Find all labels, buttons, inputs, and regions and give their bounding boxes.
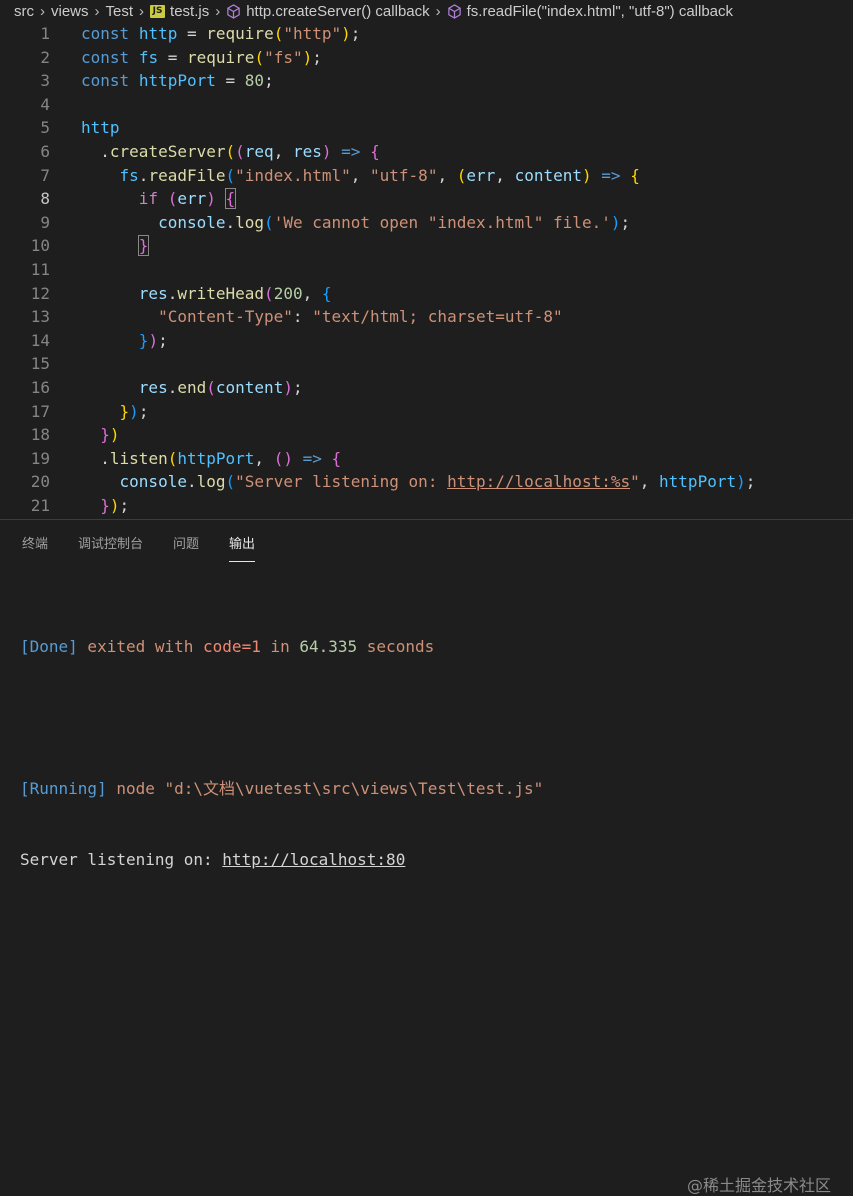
line-number: 16: [30, 377, 50, 397]
chevron-right-icon: ›: [40, 2, 45, 20]
chevron-right-icon: ›: [139, 2, 145, 20]
line-number-gutter: 1 2 3 4 5 6 7 8 9 10 11 12 13 14 15 16 1…: [0, 22, 50, 517]
breadcrumb-label: views: [51, 2, 89, 20]
line-number: 3: [40, 71, 50, 91]
line-number: 5: [40, 118, 50, 138]
javascript-file-icon: JS: [150, 4, 166, 18]
breadcrumb-readfile-callback[interactable]: fs.readFile("index.html", "utf-8") callb…: [447, 3, 733, 20]
line-number: 20: [30, 472, 50, 492]
output-blank-line: [20, 706, 543, 730]
output-text: in: [260, 637, 300, 657]
breadcrumb-label: test.js: [170, 2, 210, 20]
code-line: const httpPort = 80;: [81, 71, 274, 91]
breadcrumb-label: fs.readFile("index.html", "utf-8") callb…: [466, 2, 734, 20]
watermark: @稀土掘金技术社区: [686, 1176, 831, 1195]
line-number: 13: [30, 307, 50, 327]
code-line: console.log('We cannot open "index.html"…: [158, 212, 631, 232]
code-line: });: [100, 495, 130, 515]
breadcrumb-src[interactable]: src: [14, 3, 34, 20]
output-line-done: [Done] exited with code=1 in 64.335 seco…: [20, 635, 543, 659]
chevron-right-icon: ›: [94, 2, 100, 20]
code-line: res.writeHead(200, {: [138, 283, 332, 303]
done-tag: [Done]: [20, 637, 78, 657]
elapsed-seconds: 64.335: [299, 637, 358, 657]
line-number: 6: [40, 141, 50, 161]
chevron-right-icon: ›: [435, 2, 441, 20]
tab-output[interactable]: 输出: [229, 529, 256, 562]
breadcrumb-create-server-callback[interactable]: http.createServer() callback: [226, 2, 430, 20]
output-text: exited with: [77, 637, 204, 657]
output-text: seconds: [357, 637, 435, 657]
code-line: .listen(httpPort, () => {: [100, 448, 342, 468]
tab-problems[interactable]: 问题: [173, 529, 199, 556]
line-number: 4: [40, 94, 50, 114]
breadcrumb: src › views › Test › JS test.js › http.c…: [0, 0, 853, 22]
code-line-active: if (err) {: [138, 188, 237, 210]
code-editor[interactable]: 1 2 3 4 5 6 7 8 9 10 11 12 13 14 15 16 1…: [0, 22, 853, 519]
line-number: 12: [30, 283, 50, 303]
code-line: console.log("Server listening on: http:/…: [119, 472, 756, 492]
line-number: 2: [40, 47, 50, 67]
breadcrumb-label: http.createServer() callback: [246, 2, 430, 20]
line-number: 1: [40, 24, 50, 43]
symbol-method-icon: [226, 3, 241, 19]
code-line: });: [119, 401, 149, 421]
symbol-method-icon: [447, 3, 462, 19]
code-line: const fs = require("fs");: [81, 47, 322, 67]
code-line: http: [81, 118, 120, 138]
panel-tabs: 终端 调试控制台 问题 输出: [0, 520, 853, 564]
chevron-right-icon: ›: [215, 2, 221, 20]
code-line: res.end(content);: [138, 377, 303, 397]
line-number: 18: [30, 425, 50, 445]
breadcrumb-views[interactable]: views: [51, 3, 89, 20]
output-line-server: Server listening on: http://localhost:80: [20, 848, 543, 872]
breadcrumb-label: src: [14, 2, 34, 20]
code-line: }): [100, 425, 120, 445]
code-content[interactable]: const http = require("http"); const fs =…: [81, 22, 853, 517]
line-number: 17: [30, 401, 50, 421]
line-number: 14: [30, 330, 50, 350]
line-number: 11: [30, 259, 50, 279]
breadcrumb-test-js[interactable]: JS test.js: [150, 3, 209, 20]
line-number: 7: [40, 165, 50, 185]
tab-debug-console[interactable]: 调试控制台: [78, 529, 143, 556]
output-line-running: [Running] node "d:\文档\vuetest\src\views\…: [20, 777, 543, 801]
running-tag: [Running]: [20, 778, 107, 798]
server-url-link[interactable]: http://localhost:80: [222, 850, 405, 869]
running-command: node "d:\文档\vuetest\src\views\Test\test.…: [106, 778, 544, 798]
output-log[interactable]: [Done] exited with code=1 in 64.335 seco…: [20, 588, 543, 918]
code-line: }: [137, 235, 150, 257]
exit-code: code=1: [203, 637, 261, 657]
code-line: "Content-Type": "text/html; charset=utf-…: [158, 307, 563, 327]
output-text: Server listening on:: [20, 849, 223, 869]
code-line: });: [138, 330, 168, 350]
code-line: fs.readFile("index.html", "utf-8", (err,…: [119, 165, 640, 185]
breadcrumb-test-folder[interactable]: Test: [106, 3, 134, 20]
tab-terminal[interactable]: 终端: [22, 529, 48, 556]
line-number: 9: [40, 212, 50, 232]
code-line: const http = require("http");: [81, 24, 361, 43]
line-number-active: 8: [40, 189, 50, 209]
bottom-panel: 终端 调试控制台 问题 输出 [Done] exited with code=1…: [0, 519, 853, 1195]
breadcrumb-label: Test: [105, 2, 134, 20]
line-number: 15: [30, 354, 50, 374]
line-number: 10: [30, 236, 50, 256]
code-line: .createServer((req, res) => {: [100, 141, 380, 161]
line-number: 19: [30, 448, 50, 468]
line-number: 21: [30, 495, 50, 515]
